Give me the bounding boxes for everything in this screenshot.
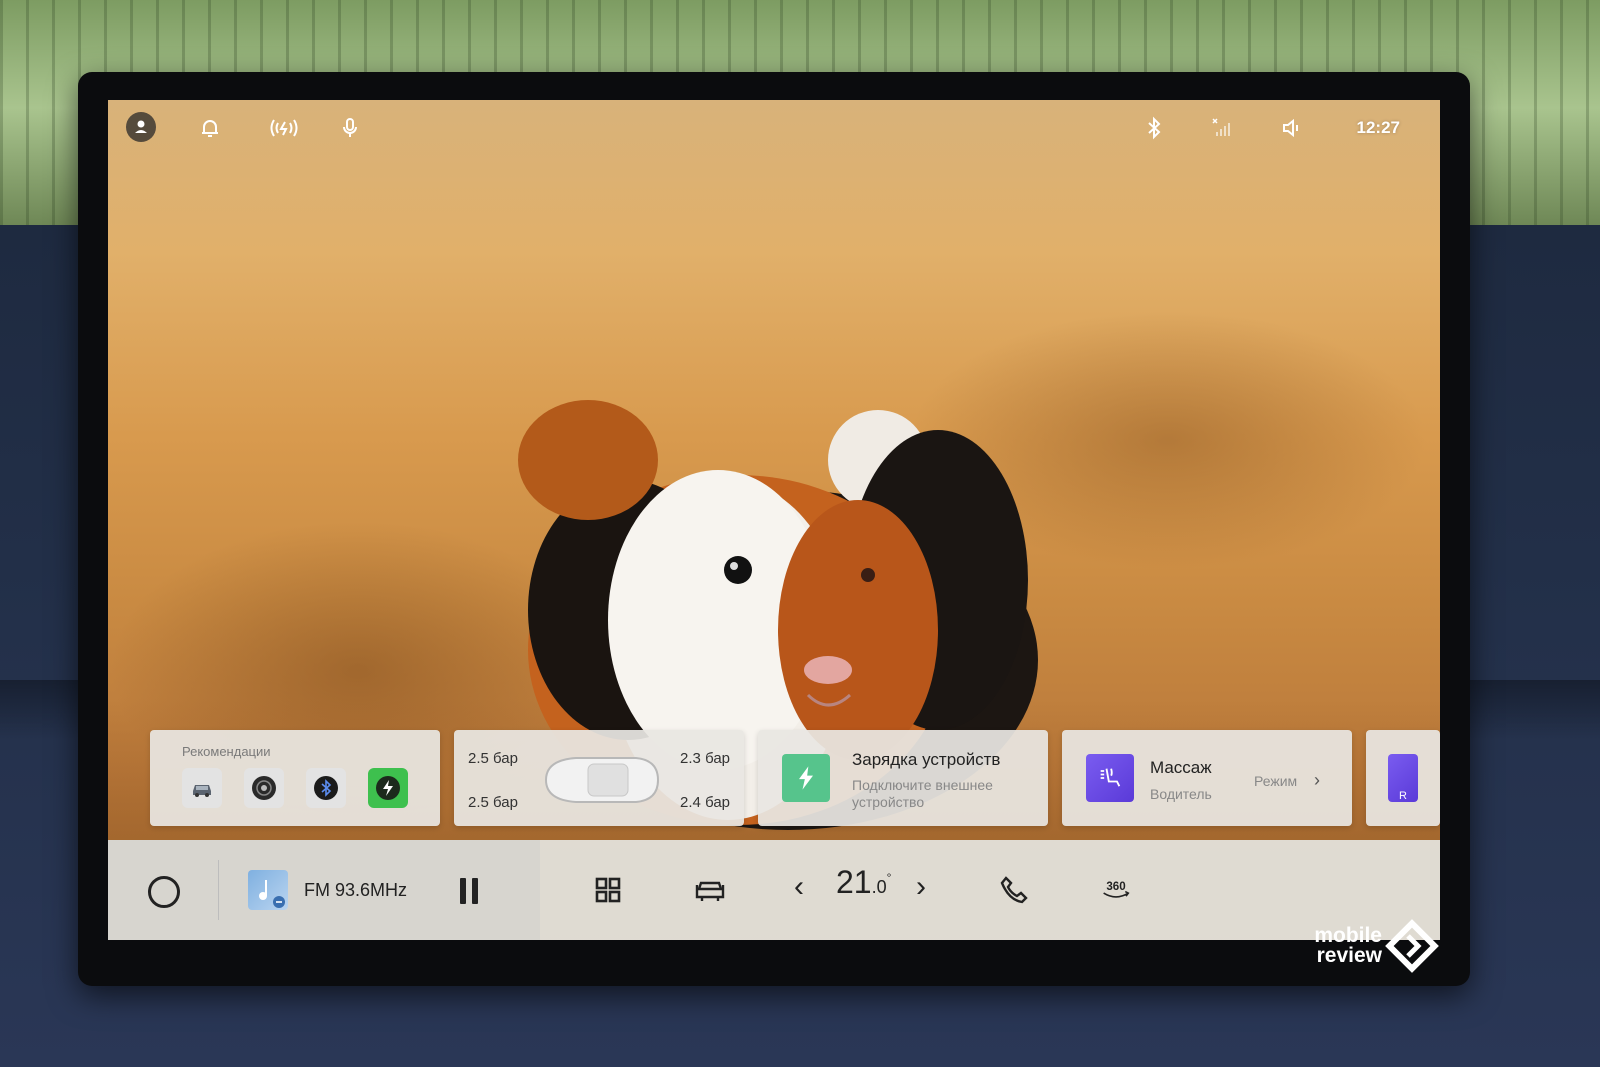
massage-title: Массаж: [1150, 758, 1212, 777]
lightning-icon: [782, 754, 830, 802]
tire-rear-right-pressure: 2.4 бар: [680, 794, 730, 811]
bluetooth-icon[interactable]: [1138, 112, 1170, 144]
charge-icon[interactable]: [368, 768, 408, 808]
extra-card-icon: R: [1388, 754, 1418, 802]
car-icon[interactable]: [182, 768, 222, 808]
camera-360-icon[interactable]: 360: [1094, 870, 1138, 910]
device-charging-card[interactable]: Зарядка устройств Подключите внешнее уст…: [758, 730, 1048, 826]
pause-button[interactable]: [458, 878, 480, 904]
massage-card[interactable]: Массаж Водитель Режим ›: [1062, 730, 1352, 826]
dock-divider: [218, 860, 219, 920]
extra-card[interactable]: R: [1366, 730, 1440, 826]
tire-front-right-pressure: 2.3 бар: [680, 750, 730, 767]
infotainment-screen: 12:27 Рекомендации 2.5 бар 2.3 бар 2.5 б…: [108, 100, 1440, 940]
mobile-review-watermark: mobile review: [1298, 918, 1448, 978]
watermark-line2: review: [1316, 944, 1382, 967]
bell-icon[interactable]: [194, 112, 226, 144]
recommendations-title: Рекомендации: [182, 744, 271, 759]
home-button[interactable]: [148, 876, 180, 908]
charging-title: Зарядка устройств: [852, 750, 1001, 769]
radio-station-label[interactable]: FM 93.6MHz: [304, 880, 407, 901]
temperature-decimal: .0: [871, 877, 887, 897]
temperature-integer: 21: [836, 864, 872, 900]
camera-360-label: 360: [1106, 881, 1125, 893]
tire-pressure-card[interactable]: 2.5 бар 2.3 бар 2.5 бар 2.4 бар: [454, 730, 744, 826]
vehicle-control-icon[interactable]: [690, 870, 730, 910]
temperature-increase-button[interactable]: ›: [916, 870, 926, 904]
massage-mode-label[interactable]: Режим: [1254, 773, 1297, 789]
speaker-icon[interactable]: [244, 768, 284, 808]
temperature-display: 21.0°: [836, 864, 891, 901]
recommendations-icons: [182, 768, 408, 808]
radio-artwork-icon[interactable]: [248, 870, 288, 910]
tire-front-left-pressure: 2.5 бар: [468, 750, 518, 767]
phone-icon[interactable]: [994, 870, 1034, 910]
chevron-right-icon[interactable]: ›: [1314, 770, 1320, 791]
temperature-decrease-button[interactable]: ‹: [794, 870, 804, 904]
user-icon[interactable]: [126, 112, 156, 142]
seat-massage-icon: [1086, 754, 1134, 802]
extra-card-label: R: [1399, 790, 1407, 802]
microphone-icon[interactable]: [334, 112, 366, 144]
volume-icon[interactable]: [1276, 112, 1308, 144]
recommendations-card[interactable]: Рекомендации: [150, 730, 440, 826]
wireless-charge-icon[interactable]: [264, 112, 304, 144]
charging-subtitle: Подключите внешнее устройство: [852, 777, 993, 810]
bottom-dock: FM 93.6MHz ‹ 21.0° › 360: [108, 840, 1440, 940]
massage-seat-label: Водитель: [1150, 786, 1212, 802]
signal-off-icon: [1206, 112, 1238, 144]
watermark-logo-icon: [1385, 919, 1439, 973]
clock: 12:27: [1356, 118, 1400, 137]
bluetooth-icon[interactable]: [306, 768, 346, 808]
app-grid-icon[interactable]: [588, 870, 628, 910]
watermark-text: mobile review: [1314, 925, 1382, 967]
tire-rear-left-pressure: 2.5 бар: [468, 794, 518, 811]
temperature-unit: °: [886, 870, 892, 885]
status-bar: 12:27: [108, 100, 1440, 156]
car-top-view-icon: [544, 757, 660, 803]
